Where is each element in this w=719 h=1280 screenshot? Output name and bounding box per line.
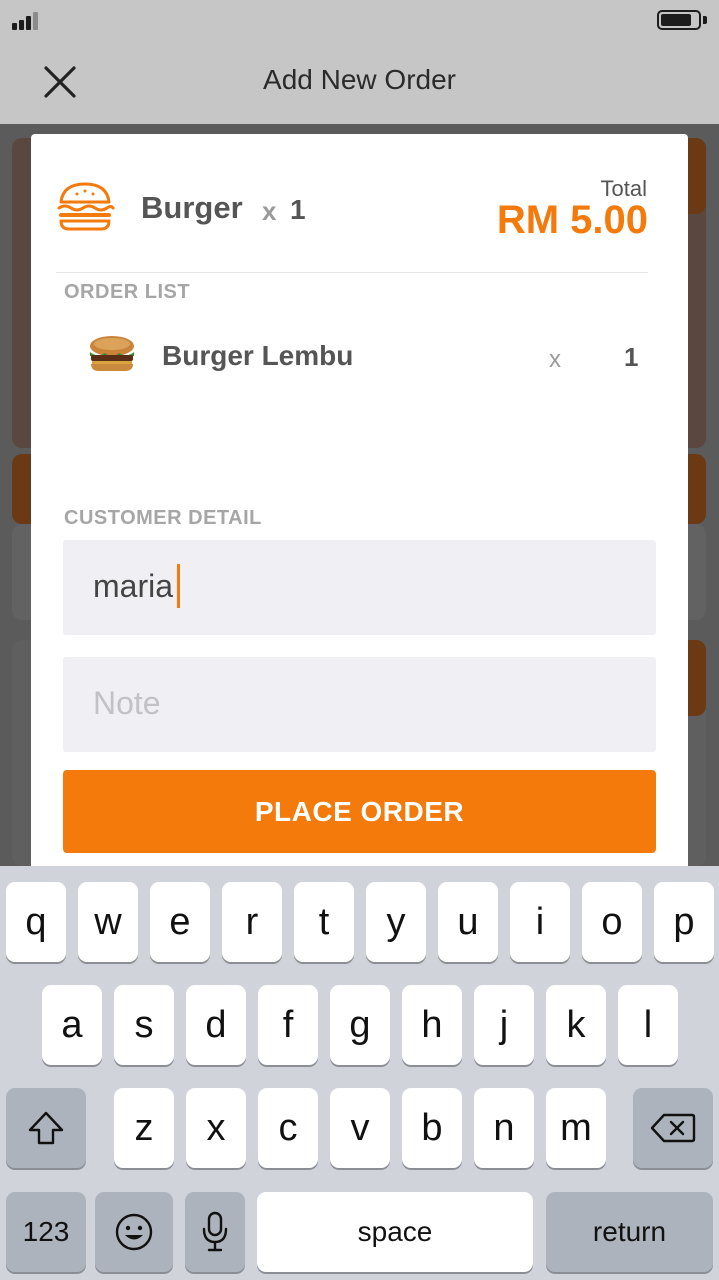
- status-bar: [0, 0, 719, 40]
- total-value: RM 5.00: [496, 198, 648, 242]
- place-order-button[interactable]: PLACE ORDER: [63, 770, 656, 853]
- backspace-icon: [650, 1113, 696, 1143]
- signal-icon: [12, 10, 46, 30]
- key-o[interactable]: o: [582, 882, 642, 962]
- top-bar: Add New Order: [0, 0, 719, 124]
- burger-thumbnail: [90, 336, 134, 371]
- list-item[interactable]: Burger Lembu x 1: [87, 334, 647, 378]
- burger-icon: [57, 182, 115, 231]
- emoji-icon: [115, 1213, 153, 1251]
- return-key[interactable]: return: [546, 1192, 713, 1272]
- key-t[interactable]: t: [294, 882, 354, 962]
- key-f[interactable]: f: [258, 985, 318, 1065]
- nav-header: Add New Order: [0, 40, 719, 124]
- place-order-label: PLACE ORDER: [254, 795, 465, 827]
- shift-key[interactable]: [6, 1088, 86, 1168]
- backspace-key[interactable]: [633, 1088, 713, 1168]
- key-b[interactable]: b: [402, 1088, 462, 1168]
- key-v[interactable]: v: [330, 1088, 390, 1168]
- microphone-key[interactable]: [185, 1192, 245, 1272]
- key-m[interactable]: m: [546, 1088, 606, 1168]
- list-item-x: x: [549, 346, 561, 373]
- key-e[interactable]: e: [150, 882, 210, 962]
- key-q[interactable]: q: [6, 882, 66, 962]
- item-name: Burger: [141, 190, 243, 225]
- key-a[interactable]: a: [42, 985, 102, 1065]
- customer-name-input[interactable]: maria: [63, 540, 656, 635]
- item-qty: 1: [290, 194, 306, 225]
- key-d[interactable]: d: [186, 985, 246, 1065]
- battery-icon: [657, 10, 707, 30]
- key-i[interactable]: i: [510, 882, 570, 962]
- key-x[interactable]: x: [186, 1088, 246, 1168]
- page-title: Add New Order: [263, 64, 456, 95]
- text-caret: [177, 564, 180, 608]
- key-g[interactable]: g: [330, 985, 390, 1065]
- note-input[interactable]: Note: [63, 657, 656, 752]
- key-y[interactable]: y: [366, 882, 426, 962]
- key-c[interactable]: c: [258, 1088, 318, 1168]
- customer-detail-label: CUSTOMER DETAIL: [64, 507, 262, 529]
- shift-icon: [28, 1111, 64, 1145]
- microphone-icon: [202, 1211, 228, 1252]
- key-l[interactable]: l: [618, 985, 678, 1065]
- key-z[interactable]: z: [114, 1088, 174, 1168]
- list-item-qty: 1: [624, 342, 639, 372]
- keyboard: q w e r t y u i o p a s d f g h j k l z …: [0, 866, 719, 1280]
- list-item-name: Burger Lembu: [162, 340, 354, 371]
- key-n[interactable]: n: [474, 1088, 534, 1168]
- note-placeholder: Note: [93, 685, 161, 721]
- key-w[interactable]: w: [78, 882, 138, 962]
- key-s[interactable]: s: [114, 985, 174, 1065]
- emoji-key[interactable]: [95, 1192, 173, 1272]
- space-key[interactable]: space: [257, 1192, 533, 1272]
- add-order-modal: Burger x 1 Total RM 5.00 ORDER LIST Burg…: [31, 134, 688, 866]
- key-p[interactable]: p: [654, 882, 714, 962]
- qty-symbol: x: [262, 196, 277, 226]
- divider: [56, 272, 648, 273]
- customer-name-value: maria: [93, 568, 174, 604]
- order-list-label: ORDER LIST: [64, 281, 191, 303]
- key-r[interactable]: r: [222, 882, 282, 962]
- key-h[interactable]: h: [402, 985, 462, 1065]
- numbers-key[interactable]: 123: [6, 1192, 86, 1272]
- key-k[interactable]: k: [546, 985, 606, 1065]
- key-u[interactable]: u: [438, 882, 498, 962]
- key-j[interactable]: j: [474, 985, 534, 1065]
